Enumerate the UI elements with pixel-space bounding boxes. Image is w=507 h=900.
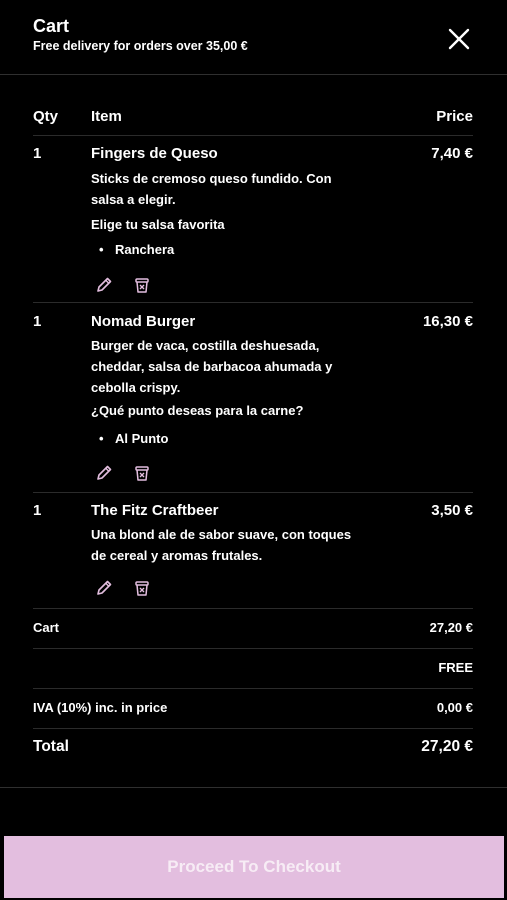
delete-item-button[interactable] <box>131 274 153 296</box>
divider <box>33 302 473 303</box>
pencil-icon <box>97 580 112 595</box>
item-option: • Ranchera <box>99 242 175 257</box>
header-divider <box>0 74 507 75</box>
qty-column-header: Qty <box>33 108 59 125</box>
item-option-question: Elige tu salsa favorita <box>91 217 225 232</box>
divider <box>33 135 473 136</box>
item-price: 7,40 € <box>431 145 473 162</box>
delete-item-button[interactable] <box>131 577 153 599</box>
proceed-to-checkout-button[interactable]: Proceed To Checkout <box>4 836 504 898</box>
edit-item-button[interactable] <box>93 274 115 296</box>
item-option-value: Ranchera <box>115 242 175 257</box>
item-option-value: Al Punto <box>115 431 169 446</box>
total-value: 27,20 € <box>421 738 473 755</box>
trash-icon <box>135 278 149 293</box>
cart-subtotal-row: Cart 27,20 € <box>33 620 473 640</box>
item-qty: 1 <box>33 145 42 162</box>
iva-label: IVA (10%) inc. in price <box>33 700 168 715</box>
delivery-value: FREE <box>438 660 473 675</box>
edit-item-button[interactable] <box>93 462 115 484</box>
cart-item: 1 Fingers de Queso 7,40 € Sticks de crem… <box>33 145 473 300</box>
item-qty: 1 <box>33 502 42 519</box>
footer-divider <box>0 787 507 788</box>
item-name: Nomad Burger <box>91 313 196 330</box>
trash-icon <box>135 466 149 481</box>
free-delivery-note: Free delivery for orders over 35,00 € <box>33 39 248 53</box>
delivery-row: FREE <box>33 660 473 680</box>
edit-item-button[interactable] <box>93 577 115 599</box>
cart-title: Cart <box>33 16 70 36</box>
item-option: • Al Punto <box>99 431 169 446</box>
item-qty: 1 <box>33 313 42 330</box>
price-column-header: Price <box>436 108 473 125</box>
cart-item: 1 The Fitz Craftbeer 3,50 € Una blond al… <box>33 502 473 606</box>
divider <box>33 492 473 493</box>
cart-header: Cart Free delivery for orders over 35,00… <box>0 0 507 76</box>
item-description: Burger de vaca, costilla deshuesada, che… <box>91 338 333 395</box>
item-option-question: ¿Qué punto deseas para la carne? <box>91 403 304 418</box>
cart-item: 1 Nomad Burger 16,30 € Burger de vaca, c… <box>33 313 473 488</box>
cart-panel: Cart Free delivery for orders over 35,00… <box>0 0 507 900</box>
item-description: Sticks de cremoso queso fundido. Con sal… <box>91 171 332 207</box>
item-name: The Fitz Craftbeer <box>91 502 219 519</box>
total-label: Total <box>33 738 69 755</box>
divider <box>33 648 473 649</box>
close-icon <box>448 28 470 50</box>
table-header: Qty Item Price <box>33 108 473 130</box>
item-column-header: Item <box>91 108 122 125</box>
cart-subtotal-value: 27,20 € <box>429 620 473 635</box>
total-row: Total 27,20 € <box>33 738 473 758</box>
pencil-icon <box>97 277 112 292</box>
item-name: Fingers de Queso <box>91 145 218 162</box>
item-price: 16,30 € <box>422 313 473 330</box>
divider <box>33 608 473 609</box>
divider <box>33 728 473 729</box>
item-description: Una blond ale de sabor suave, con toques… <box>91 527 352 563</box>
iva-value: 0,00 € <box>436 700 473 715</box>
item-price: 3,50 € <box>431 502 473 519</box>
divider <box>33 688 473 689</box>
cart-subtotal-label: Cart <box>33 620 60 635</box>
iva-row: IVA (10%) inc. in price 0,00 € <box>33 700 473 720</box>
trash-icon <box>135 581 149 596</box>
pencil-icon <box>97 465 112 480</box>
delete-item-button[interactable] <box>131 462 153 484</box>
close-button[interactable] <box>445 25 473 53</box>
